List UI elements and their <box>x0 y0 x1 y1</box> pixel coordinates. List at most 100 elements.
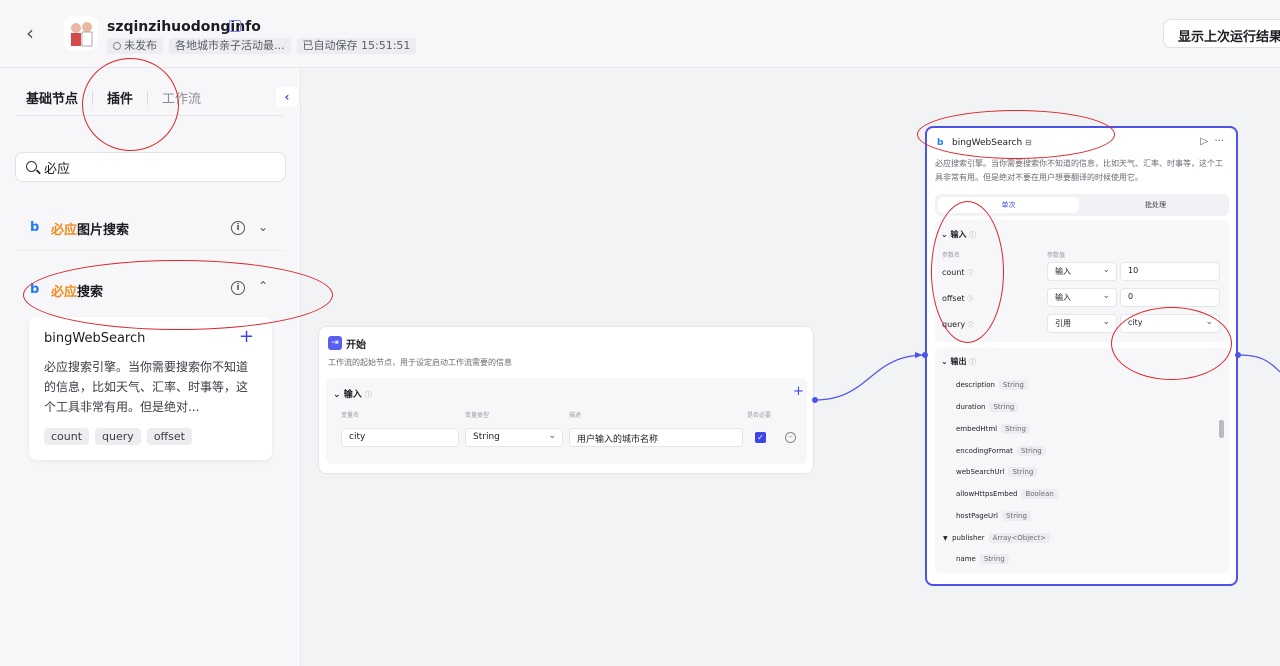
col-header: 参数名 <box>942 252 961 259</box>
required-checkbox[interactable]: ✓ <box>755 432 766 443</box>
more-icon[interactable]: ··· <box>1214 136 1224 147</box>
tool-card-bing-web-search[interactable]: bingWebSearch + 必应搜索引擎。当你需要搜索你不知道的信息，比如天… <box>29 317 272 460</box>
param-name: query ⓘ <box>942 320 974 329</box>
tool-params: count query offset <box>44 428 192 445</box>
param-mode-select[interactable]: 引用 ⌄ <box>1047 314 1117 333</box>
node-description: 工作流的起始节点，用于设定启动工作流需要的信息 <box>328 358 512 367</box>
tab-divider <box>147 90 149 105</box>
plugin-item-bing-search[interactable]: b 必应搜索 i ⌃ <box>16 267 284 313</box>
chevron-up-icon[interactable]: ⌃ <box>258 279 268 293</box>
chevron-down-icon: ⌄ <box>1102 291 1110 301</box>
plugin-name: 必应搜索 <box>51 285 104 300</box>
app-avatar <box>64 16 98 50</box>
output-field: embedHtml String <box>956 424 1030 434</box>
param-value-field[interactable]: 10 <box>1120 262 1220 281</box>
section-title[interactable]: ⌄ 输入 ⓘ <box>941 229 976 240</box>
output-field: duration String <box>956 402 1019 412</box>
bing-logo-icon: b <box>30 220 40 235</box>
edit-icon[interactable] <box>229 20 241 32</box>
node-title: bingWebSearch ⊟ <box>952 138 1032 148</box>
show-last-run-button[interactable]: 显示上次运行结果 <box>1163 19 1280 48</box>
param-name: count ⓘ <box>942 268 974 277</box>
collapse-sidebar-icon[interactable]: ‹ <box>276 87 298 107</box>
scrollbar-thumb[interactable] <box>1219 420 1224 438</box>
info-icon[interactable]: i <box>231 281 245 295</box>
tab-workflows[interactable]: 工作流 <box>162 88 215 107</box>
autosave-status: 已自动保存 15:51:51 <box>296 38 417 54</box>
param-mode-select[interactable]: 输入 ⌄ <box>1047 288 1117 307</box>
col-header: 变量名 <box>341 412 360 419</box>
run-mode-switch: 单次 批处理 <box>935 194 1229 216</box>
output-field: hostPageUrl String <box>956 511 1031 521</box>
app-description: 各地城市亲子活动最... <box>169 38 291 54</box>
plugin-search[interactable] <box>15 152 286 182</box>
output-field: encodingFormat String <box>956 446 1046 456</box>
chevron-down-icon: ⌄ <box>548 431 556 441</box>
output-field: allowHttpsEmbed Boolean <box>956 489 1058 499</box>
param-tag: offset <box>146 428 192 445</box>
section-title[interactable]: ⌄ 输入 ⓘ <box>333 387 372 400</box>
input-port[interactable] <box>922 352 928 358</box>
input-section: ⌄ 输入 ⓘ 参数名 参数值 count ⓘ 输入 ⌄ 10 offset ⓘ 输… <box>935 220 1229 342</box>
status-badge: 未发布 <box>107 38 163 54</box>
param-reference-select[interactable]: city ⌄ <box>1120 314 1220 333</box>
tab-basic-nodes[interactable]: 基础节点 <box>26 88 92 107</box>
output-port[interactable] <box>812 397 818 403</box>
chevron-down-icon: ⌄ <box>1102 265 1110 275</box>
search-icon <box>26 161 37 172</box>
output-section: ⌄ 输出 ⓘ description String duration String … <box>935 348 1229 573</box>
mode-batch[interactable]: 批处理 <box>1085 197 1226 213</box>
col-header: 是否必要 <box>747 412 772 419</box>
node-description: 必应搜索引擎。当你需要搜索你不知道的信息，比如天气、汇率、时事等，这个工具非常有… <box>935 159 1223 182</box>
add-variable-icon[interactable]: + <box>793 384 804 399</box>
sidebar-tabs: 基础节点 插件 工作流 <box>26 88 215 107</box>
param-value-field[interactable]: 0 <box>1120 288 1220 307</box>
output-port[interactable] <box>1235 352 1241 358</box>
col-header: 变量类型 <box>465 412 490 419</box>
top-header: ‹ szqinzihuodonginfo 未发布 各地城市亲子活动最... 已自… <box>0 0 1280 68</box>
caret-down-icon: ▼ <box>943 535 948 542</box>
tab-plugins[interactable]: 插件 <box>107 88 147 107</box>
remove-variable-icon[interactable]: – <box>785 432 796 443</box>
section-title[interactable]: ⌄ 输出 ⓘ <box>941 356 976 367</box>
tool-name: bingWebSearch <box>44 331 146 346</box>
start-input-section: ⌄ 输入 ⓘ + 变量名 变量类型 描述 是否必要 city String ⌄ 用… <box>326 378 807 464</box>
output-field-group[interactable]: ▼ publisher Array<Object> <box>943 533 1050 543</box>
info-icon[interactable]: i <box>231 221 245 235</box>
param-mode-select[interactable]: 输入 ⌄ <box>1047 262 1117 281</box>
status-dot-icon <box>113 42 121 50</box>
variable-type-select[interactable]: String ⌄ <box>465 428 563 447</box>
output-field: name String <box>956 554 1009 564</box>
param-name: offset ⓘ <box>942 294 974 303</box>
param-tag: count <box>44 428 90 445</box>
plugin-name: 必应图片搜索 <box>51 223 130 238</box>
variable-description-field[interactable]: 用户输入的城市名称 <box>569 428 743 447</box>
tab-divider-line <box>16 115 284 116</box>
node-toolbar: ▷ ··· <box>1200 136 1224 147</box>
node-title: 开始 <box>346 340 366 351</box>
meta-row: 未发布 各地城市亲子活动最... 已自动保存 15:51:51 <box>107 38 417 54</box>
back-arrow-icon[interactable]: ‹ <box>26 22 46 44</box>
start-node-icon: ⇥ <box>328 336 342 350</box>
run-node-icon[interactable]: ▷ <box>1200 136 1208 147</box>
output-field: description String <box>956 380 1028 390</box>
chevron-down-icon: ⌄ <box>1102 317 1110 327</box>
mode-single[interactable]: 单次 <box>938 197 1079 213</box>
output-field: webSearchUrl String <box>956 467 1038 477</box>
col-header: 参数值 <box>1047 252 1066 259</box>
plugin-item-bing-image-search[interactable]: b 必应图片搜索 i ⌄ <box>16 205 284 251</box>
add-tool-icon[interactable]: + <box>239 326 254 347</box>
col-header: 描述 <box>569 412 582 419</box>
variable-name-field[interactable]: city <box>341 428 459 447</box>
bing-logo-icon: b <box>937 138 944 148</box>
start-node[interactable]: ⇥ 开始 工作流的起始节点，用于设定启动工作流需要的信息 ⌄ 输入 ⓘ + 变量… <box>318 326 814 474</box>
search-input[interactable] <box>44 158 274 176</box>
chevron-down-icon[interactable]: ⌄ <box>258 220 268 234</box>
tool-description: 必应搜索引擎。当你需要搜索你不知道的信息，比如天气、汇率、时事等，这个工具非常有… <box>44 360 249 414</box>
tab-divider <box>92 90 94 105</box>
node-sidebar: 基础节点 插件 工作流 ‹ b 必应图片搜索 i ⌄ b 必应搜索 i ⌃ bi… <box>0 68 301 666</box>
bing-web-search-node[interactable]: b bingWebSearch ⊟ ▷ ··· 必应搜索引擎。当你需要搜索你不知… <box>925 126 1238 586</box>
param-tag: query <box>95 428 141 445</box>
chevron-down-icon: ⌄ <box>1205 317 1213 327</box>
bing-logo-icon: b <box>30 282 40 297</box>
